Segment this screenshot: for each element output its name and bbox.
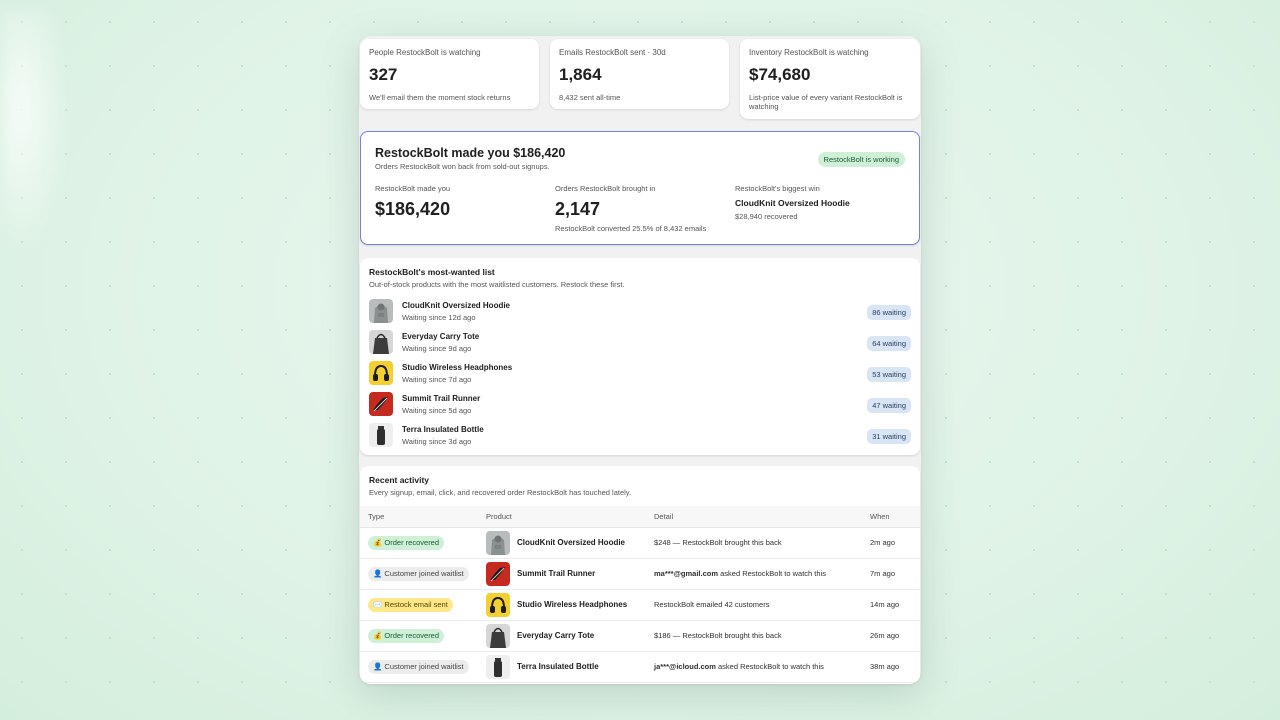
type-badge: 💰 Order recovered bbox=[368, 535, 445, 550]
list-item[interactable]: Studio Wireless Headphones Waiting since… bbox=[369, 361, 911, 387]
product-name: Summit Trail Runner bbox=[402, 394, 481, 403]
bottle-thumbnail bbox=[369, 423, 393, 447]
waiting-count-badge: 86 waiting bbox=[867, 305, 911, 320]
hero-value: $186,420 bbox=[375, 199, 451, 219]
hero-recovered: $28,940 recovered bbox=[735, 212, 798, 221]
tote-thumbnail bbox=[486, 623, 510, 648]
column-header-type[interactable]: Type bbox=[360, 506, 486, 528]
type-badge: 💰 Order recovered bbox=[368, 628, 445, 643]
section-title: Recent activity bbox=[369, 475, 429, 485]
stat-value: 1,864 bbox=[559, 65, 602, 84]
column-header-detail[interactable]: Detail bbox=[654, 506, 870, 528]
hero-conversion: RestockBolt converted 25.5% of 8,432 ema… bbox=[555, 224, 707, 233]
waiting-since: Waiting since 7d ago bbox=[402, 375, 472, 384]
detail-text: asked RestockBolt to watch this bbox=[718, 569, 826, 578]
product-name: Studio Wireless Headphones bbox=[402, 363, 513, 372]
tote-thumbnail bbox=[369, 330, 393, 354]
table-row[interactable]: 💰 Order recovered CloudKnit Oversized Ho… bbox=[360, 527, 920, 559]
waiting-count-badge: 53 waiting bbox=[867, 367, 911, 382]
stat-value: $74,680 bbox=[749, 65, 811, 84]
most-wanted-card: RestockBolt's most-wanted list Out-of-st… bbox=[360, 258, 920, 455]
list-item[interactable]: CloudKnit Oversized Hoodie Waiting since… bbox=[369, 299, 911, 325]
hero-biggest-win: RestockBolt's biggest win CloudKnit Over… bbox=[735, 184, 850, 221]
table-row[interactable]: ✉️ Restock email sent Studio Wireless He… bbox=[360, 589, 920, 621]
hero-made-you: RestockBolt made you $186,420 bbox=[375, 184, 450, 220]
detail-text: RestockBolt emailed 42 customers bbox=[654, 600, 770, 609]
hero-orders: Orders RestockBolt brought in 2,147 Rest… bbox=[555, 184, 706, 233]
waiting-count-badge: 31 waiting bbox=[867, 429, 911, 444]
list-item[interactable]: Terra Insulated Bottle Waiting since 3d … bbox=[369, 423, 911, 449]
waiting-since: Waiting since 5d ago bbox=[402, 406, 472, 415]
table-header-row: Type Product Detail When bbox=[360, 506, 920, 528]
shoe-thumbnail bbox=[369, 392, 393, 416]
list-item[interactable]: Summit Trail Runner Waiting since 5d ago… bbox=[369, 392, 911, 418]
stat-sub: List-price value of every variant Restoc… bbox=[749, 93, 903, 112]
product-name: CloudKnit Oversized Hoodie bbox=[517, 538, 626, 547]
shoe-thumbnail bbox=[486, 561, 510, 586]
waiting-since: Waiting since 3d ago bbox=[402, 437, 472, 446]
product-name: Studio Wireless Headphones bbox=[517, 600, 628, 609]
detail-email: ma***@gmail.com bbox=[654, 569, 719, 578]
activity-table: Type Product Detail When 💰 Order recover… bbox=[360, 506, 920, 683]
section-title: RestockBolt's most-wanted list bbox=[369, 267, 495, 277]
stat-card-watching: People RestockBolt is watching 327 We'll… bbox=[360, 39, 539, 109]
stat-sub: We'll email them the moment stock return… bbox=[369, 93, 511, 102]
table-row[interactable]: 💰 Order recovered Everyday Carry Tote $1… bbox=[360, 620, 920, 652]
when-cell: 38m ago bbox=[870, 651, 920, 683]
bottle-thumbnail bbox=[486, 654, 510, 679]
waiting-count-badge: 47 waiting bbox=[867, 398, 911, 413]
app-window: People RestockBolt is watching 327 We'll… bbox=[359, 36, 921, 684]
stat-label: Inventory RestockBolt is watching bbox=[749, 48, 869, 57]
status-badge: RestockBolt is working bbox=[817, 152, 905, 167]
when-cell: 26m ago bbox=[870, 620, 920, 652]
type-badge: ✉️ Restock email sent bbox=[368, 597, 453, 612]
product-name: Terra Insulated Bottle bbox=[402, 425, 484, 434]
column-header-when[interactable]: When bbox=[870, 506, 920, 528]
section-subtitle: Out-of-stock products with the most wait… bbox=[369, 280, 625, 289]
stat-sub: 8,432 sent all-time bbox=[559, 93, 621, 102]
product-name: Everyday Carry Tote bbox=[517, 631, 595, 640]
when-cell: 2m ago bbox=[870, 527, 920, 559]
headphones-thumbnail bbox=[486, 592, 510, 617]
detail-text: $186 — RestockBolt brought this back bbox=[654, 631, 782, 640]
detail-text: $248 — RestockBolt brought this back bbox=[654, 538, 782, 547]
when-cell: 7m ago bbox=[870, 558, 920, 590]
waiting-count-badge: 64 waiting bbox=[867, 336, 911, 351]
revenue-hero-card: RestockBolt made you $186,420 Orders Res… bbox=[360, 131, 920, 245]
hoodie-thumbnail bbox=[486, 530, 510, 555]
background-glow bbox=[0, 10, 70, 260]
hero-product[interactable]: CloudKnit Oversized Hoodie bbox=[735, 198, 850, 208]
hero-label: RestockBolt's biggest win bbox=[735, 184, 820, 193]
table-row[interactable]: 👤 Customer joined waitlist Summit Trail … bbox=[360, 558, 920, 590]
column-header-product[interactable]: Product bbox=[486, 506, 654, 528]
table-row[interactable]: 👤 Customer joined waitlist Terra Insulat… bbox=[360, 651, 920, 683]
stat-card-emails: Emails RestockBolt sent · 30d 1,864 8,43… bbox=[550, 39, 729, 109]
section-subtitle: Every signup, email, click, and recovere… bbox=[369, 488, 632, 497]
headphones-thumbnail bbox=[369, 361, 393, 385]
type-badge: 👤 Customer joined waitlist bbox=[368, 566, 469, 581]
hoodie-thumbnail bbox=[369, 299, 393, 323]
stat-label: Emails RestockBolt sent · 30d bbox=[559, 48, 666, 57]
detail-text: asked RestockBolt to watch this bbox=[715, 662, 824, 671]
product-name: Everyday Carry Tote bbox=[402, 332, 480, 341]
type-badge: 👤 Customer joined waitlist bbox=[368, 659, 469, 674]
waiting-since: Waiting since 12d ago bbox=[402, 313, 476, 322]
product-name: Terra Insulated Bottle bbox=[517, 662, 599, 671]
stat-card-inventory: Inventory RestockBolt is watching $74,68… bbox=[740, 39, 920, 119]
hero-label: RestockBolt made you bbox=[375, 184, 451, 193]
list-item[interactable]: Everyday Carry Tote Waiting since 9d ago… bbox=[369, 330, 911, 356]
product-name: Summit Trail Runner bbox=[517, 569, 596, 578]
hero-value: 2,147 bbox=[555, 199, 601, 219]
when-cell: 14m ago bbox=[870, 589, 920, 621]
hero-label: Orders RestockBolt brought in bbox=[555, 184, 656, 193]
waiting-since: Waiting since 9d ago bbox=[402, 344, 472, 353]
recent-activity-card: Recent activity Every signup, email, cli… bbox=[360, 466, 920, 684]
stat-label: People RestockBolt is watching bbox=[369, 48, 481, 57]
detail-email: ja***@icloud.com bbox=[654, 662, 716, 671]
product-name: CloudKnit Oversized Hoodie bbox=[402, 301, 511, 310]
stat-value: 327 bbox=[369, 65, 398, 84]
